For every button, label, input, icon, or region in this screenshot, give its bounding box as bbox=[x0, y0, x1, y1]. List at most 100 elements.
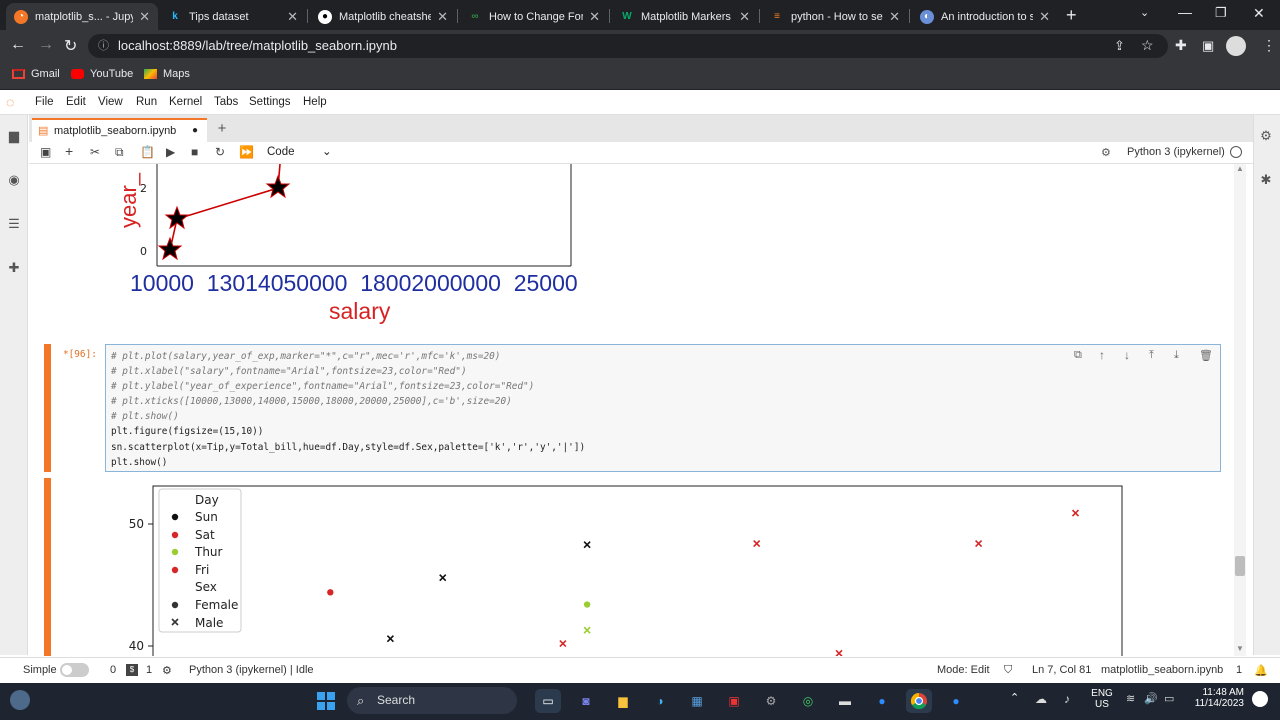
tab-change-font[interactable]: ∞ How to Change Font ✕ bbox=[460, 3, 608, 30]
kernel-count[interactable]: 1 bbox=[146, 664, 152, 676]
menu-edit[interactable]: Edit bbox=[66, 96, 86, 108]
window-close-icon[interactable]: ✕ bbox=[1253, 5, 1265, 22]
debugger-icon[interactable]: ✱ bbox=[1259, 173, 1273, 187]
property-inspector-icon[interactable]: ⚙ bbox=[1259, 129, 1273, 143]
paste-icon[interactable]: 📋 bbox=[140, 145, 155, 159]
move-down-icon[interactable]: ↓ bbox=[1124, 348, 1130, 362]
tab-jupyter[interactable]: ◔ matplotlib_s... - Jupy ✕ bbox=[6, 3, 158, 30]
minimize-icon[interactable]: — bbox=[1178, 4, 1192, 20]
close-icon[interactable]: ✕ bbox=[1039, 9, 1050, 25]
notebook-scrollbar[interactable]: ▲ ▼ bbox=[1234, 164, 1246, 656]
cursor-position[interactable]: Ln 7, Col 81 bbox=[1032, 664, 1091, 676]
kernel-status[interactable]: Python 3 (ipykernel) | Idle bbox=[189, 664, 314, 676]
terminal-count[interactable]: 0 bbox=[110, 664, 116, 676]
terminal-icon[interactable]: $ bbox=[126, 664, 138, 676]
bookmark-star-icon[interactable]: ☆ bbox=[1141, 37, 1154, 54]
close-icon[interactable]: ✕ bbox=[287, 9, 298, 25]
trusted-icon[interactable]: ⛉ bbox=[1004, 664, 1012, 677]
insert-cell-icon[interactable]: + bbox=[65, 143, 73, 159]
tab-stackoverflow[interactable]: ≡ python - How to set ✕ bbox=[762, 3, 908, 30]
scroll-up-icon[interactable]: ▲ bbox=[1236, 164, 1244, 173]
edge-icon[interactable]: ◑ bbox=[647, 689, 673, 713]
menu-file[interactable]: File bbox=[35, 96, 54, 108]
menu-settings[interactable]: Settings bbox=[249, 96, 291, 108]
volume-icon[interactable]: 🔊 bbox=[1144, 692, 1158, 705]
chrome-icon[interactable] bbox=[906, 689, 932, 713]
battery-icon[interactable]: ▭ bbox=[1164, 692, 1174, 705]
forward-icon[interactable]: → bbox=[38, 36, 54, 54]
input-language[interactable]: ENG US bbox=[1090, 688, 1114, 710]
weather-icon[interactable] bbox=[10, 690, 30, 710]
unsaved-dot-icon[interactable]: ● bbox=[192, 120, 198, 142]
notification-bell-icon[interactable]: 🔔 bbox=[1254, 664, 1268, 677]
extensions-icon[interactable]: ✚ bbox=[1175, 37, 1187, 54]
kernel-name[interactable]: Python 3 (ipykernel) bbox=[1127, 146, 1225, 158]
cell-type-select[interactable]: Code ⌄ bbox=[262, 143, 337, 161]
bookmark-youtube[interactable]: YouTube bbox=[71, 68, 133, 80]
menu-view[interactable]: View bbox=[98, 96, 123, 108]
store-icon[interactable]: ▦ bbox=[684, 689, 710, 713]
extension-manager-icon[interactable]: ✚ bbox=[7, 261, 21, 275]
menu-run[interactable]: Run bbox=[136, 96, 157, 108]
tab-tips-dataset[interactable]: k Tips dataset ✕ bbox=[160, 3, 306, 30]
scroll-down-icon[interactable]: ▼ bbox=[1236, 644, 1244, 653]
kernel-settings-icon[interactable]: ⚙ bbox=[1101, 146, 1111, 159]
task-view-icon[interactable]: ▭ bbox=[535, 689, 561, 713]
clock[interactable]: 11:48 AM 11/14/2023 bbox=[1188, 687, 1244, 709]
run-icon[interactable]: ▶ bbox=[166, 145, 175, 159]
running-icon[interactable]: ◉ bbox=[7, 173, 21, 187]
menu-tabs[interactable]: Tabs bbox=[214, 96, 238, 108]
tab-matplotlib-markers[interactable]: W Matplotlib Markers ✕ bbox=[612, 3, 758, 30]
bookmark-gmail[interactable]: Gmail bbox=[12, 68, 60, 80]
restart-icon[interactable]: ↻ bbox=[215, 145, 225, 159]
code-editor[interactable]: # plt.plot(salary,year_of_exp,marker="*"… bbox=[105, 344, 1221, 472]
windows-start-icon[interactable] bbox=[313, 689, 339, 713]
restart-run-all-icon[interactable]: ⏩ bbox=[239, 145, 254, 159]
notification-count[interactable]: 1 bbox=[1236, 664, 1242, 676]
maximize-icon[interactable]: ❐ bbox=[1215, 5, 1227, 21]
avatar[interactable] bbox=[1226, 36, 1246, 56]
menu-kernel[interactable]: Kernel bbox=[169, 96, 202, 108]
insert-above-icon[interactable]: ⤒ bbox=[1149, 349, 1154, 362]
delete-cell-icon[interactable]: 🗑 bbox=[1199, 349, 1213, 362]
move-up-icon[interactable]: ↑ bbox=[1099, 348, 1105, 362]
close-icon[interactable]: ✕ bbox=[139, 9, 150, 25]
tray-chevron-icon[interactable]: ⌃ bbox=[1010, 691, 1019, 704]
microphone-icon[interactable]: ♪ bbox=[1064, 692, 1070, 706]
more-menu-icon[interactable]: ⋮ bbox=[1262, 37, 1276, 54]
new-tab-icon[interactable]: + bbox=[1066, 5, 1077, 26]
tab-matplotlib-cheatsheet[interactable]: ● Matplotlib cheatshee ✕ bbox=[310, 3, 456, 30]
simple-mode-toggle[interactable] bbox=[60, 663, 89, 677]
share-icon[interactable]: ⇪ bbox=[1114, 38, 1125, 54]
save-icon[interactable]: ▣ bbox=[40, 145, 51, 159]
site-info-icon[interactable]: ⓘ bbox=[98, 34, 109, 58]
cut-icon[interactable]: ✂ bbox=[90, 145, 100, 159]
close-icon[interactable]: ✕ bbox=[589, 9, 600, 25]
back-icon[interactable]: ← bbox=[10, 36, 26, 54]
zoom-app-icon[interactable]: ● bbox=[943, 689, 969, 713]
close-icon[interactable]: ✕ bbox=[889, 9, 900, 25]
notification-center-icon[interactable] bbox=[1252, 691, 1268, 707]
media-icon[interactable]: ▣ bbox=[721, 689, 747, 713]
settings-icon[interactable]: ⚙ bbox=[758, 689, 784, 713]
kernel-sessions-icon[interactable]: ⚙ bbox=[162, 664, 172, 677]
toc-icon[interactable]: ☰ bbox=[7, 217, 21, 231]
taskbar-search[interactable]: ⌕ Search bbox=[347, 687, 517, 714]
menu-help[interactable]: Help bbox=[303, 96, 327, 108]
reload-icon[interactable]: ↻ bbox=[64, 36, 77, 56]
scroll-thumb[interactable] bbox=[1235, 556, 1245, 576]
file-explorer-icon[interactable]: ▆ bbox=[610, 689, 636, 713]
app-icon[interactable]: ◎ bbox=[795, 689, 821, 713]
close-icon[interactable]: ✕ bbox=[739, 9, 750, 25]
close-icon[interactable]: ✕ bbox=[437, 9, 448, 25]
terminal-app-icon[interactable]: ▬ bbox=[832, 689, 858, 713]
insert-below-icon[interactable]: ⤓ bbox=[1174, 349, 1179, 362]
zoom-icon[interactable]: ● bbox=[869, 689, 895, 713]
new-launcher-icon[interactable]: + bbox=[212, 119, 232, 139]
teams-icon[interactable]: ◙ bbox=[573, 689, 599, 713]
copy-icon[interactable]: ⧉ bbox=[115, 145, 124, 160]
folder-icon[interactable]: ▆ bbox=[7, 129, 21, 143]
tab-search-icon[interactable]: ⌄ bbox=[1140, 6, 1149, 19]
side-panel-icon[interactable]: ▣ bbox=[1202, 38, 1214, 54]
bookmark-maps[interactable]: Maps bbox=[144, 68, 190, 80]
